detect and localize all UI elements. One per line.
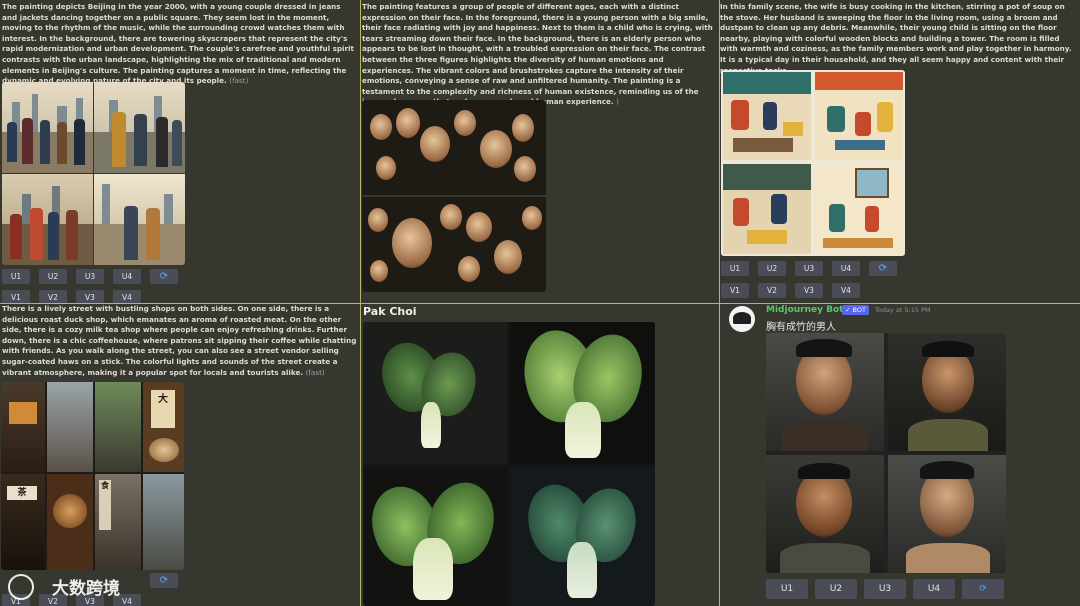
image-grid[interactable] <box>721 70 905 256</box>
upscale-buttons: U1 U2 U3 U4 ⟳ <box>2 269 178 284</box>
job-speed: ) <box>616 97 619 107</box>
variation-button-1[interactable]: V1 <box>2 290 30 303</box>
bot-badge: ✓ BOT <box>842 305 869 315</box>
prompt-text: The painting depicts Beijing in the year… <box>2 2 357 87</box>
upscale-button-2[interactable]: U2 <box>815 579 857 599</box>
message-text: 胸有成竹的男人 <box>766 322 836 333</box>
screenshot-collage: The painting depicts Beijing in the year… <box>0 0 1080 606</box>
bot-name[interactable]: Midjourney Bot <box>766 305 843 315</box>
upscale-button-4[interactable]: U4 <box>832 261 860 276</box>
upscale-button-4[interactable]: U4 <box>913 579 955 599</box>
reroll-icon[interactable]: ⟳ <box>962 579 1004 599</box>
reroll-icon[interactable]: ⟳ <box>869 261 897 276</box>
image-grid[interactable] <box>362 100 546 292</box>
variation-buttons: V1 V2 V3 V4 <box>2 290 141 303</box>
image-grid[interactable] <box>766 333 1006 573</box>
prompt-body: The painting depicts Beijing in the year… <box>2 2 354 86</box>
upscale-button-4[interactable]: U4 <box>113 269 141 284</box>
variation-button-3[interactable]: V3 <box>795 283 823 298</box>
prompt-text: In this family scene, the wife is busy c… <box>720 2 1078 76</box>
bot-avatar[interactable] <box>729 306 755 332</box>
variation-button-4[interactable]: V4 <box>832 283 860 298</box>
image-grid[interactable]: 大 茶 食 <box>1 382 184 570</box>
upscale-button-1[interactable]: U1 <box>766 579 808 599</box>
upscale-button-3[interactable]: U3 <box>76 269 104 284</box>
job-speed: (fast) <box>305 367 325 377</box>
variation-button-3[interactable]: V3 <box>76 290 104 303</box>
panel-beijing: The painting depicts Beijing in the year… <box>0 0 360 303</box>
prompt-body: In this family scene, the wife is busy c… <box>720 2 1072 75</box>
upscale-button-1[interactable]: U1 <box>2 269 30 284</box>
upscale-buttons: U1 U2 U3 U4 ⟳ <box>721 261 897 276</box>
variation-button-1[interactable]: V1 <box>721 283 749 298</box>
shop-sign-text: 食 <box>101 481 109 490</box>
upscale-button-1[interactable]: U1 <box>721 261 749 276</box>
upscale-button-2[interactable]: U2 <box>758 261 786 276</box>
upscale-buttons: U1 U2 U3 U4 ⟳ <box>766 579 1004 599</box>
prompt-body: The painting features a group of people … <box>362 2 713 107</box>
variation-button-2[interactable]: V2 <box>39 290 67 303</box>
reroll-icon[interactable]: ⟳ <box>150 573 178 588</box>
prompt-body: There is a lively street with bustling s… <box>2 304 357 377</box>
shop-sign-text: 大 <box>158 394 168 405</box>
prompt-text: There is a lively street with bustling s… <box>2 304 357 378</box>
image-grid[interactable] <box>363 322 655 606</box>
prompt-text: The painting features a group of people … <box>362 2 717 108</box>
panel-family: In this family scene, the wife is busy c… <box>720 0 1080 303</box>
panel-emotions: The painting features a group of people … <box>361 0 719 303</box>
divider-horizontal <box>0 303 1080 304</box>
upscale-button-3[interactable]: U3 <box>795 261 823 276</box>
shop-sign-text: 茶 <box>17 488 27 498</box>
job-speed: (fast) <box>229 76 249 86</box>
panel-midjourney-bot: Midjourney Bot ✓ BOT Today at 5:15 PM 胸有… <box>720 304 1080 606</box>
panel-pak-choi: Pak Choi <box>361 304 719 606</box>
message-timestamp: Today at 5:15 PM <box>875 306 931 314</box>
variation-buttons: V1 V2 V3 V4 <box>721 283 860 298</box>
watermark: 大数跨境 <box>52 579 120 599</box>
reroll-icon[interactable]: ⟳ <box>150 269 178 284</box>
image-grid[interactable] <box>2 82 185 265</box>
variation-button-4[interactable]: V4 <box>113 290 141 303</box>
watermark-logo-icon <box>8 574 34 600</box>
prompt-title: Pak Choi <box>363 305 417 318</box>
upscale-row: ⟳ <box>150 573 178 588</box>
variation-button-2[interactable]: V2 <box>758 283 786 298</box>
upscale-button-2[interactable]: U2 <box>39 269 67 284</box>
panel-street: There is a lively street with bustling s… <box>0 304 360 606</box>
upscale-button-3[interactable]: U3 <box>864 579 906 599</box>
